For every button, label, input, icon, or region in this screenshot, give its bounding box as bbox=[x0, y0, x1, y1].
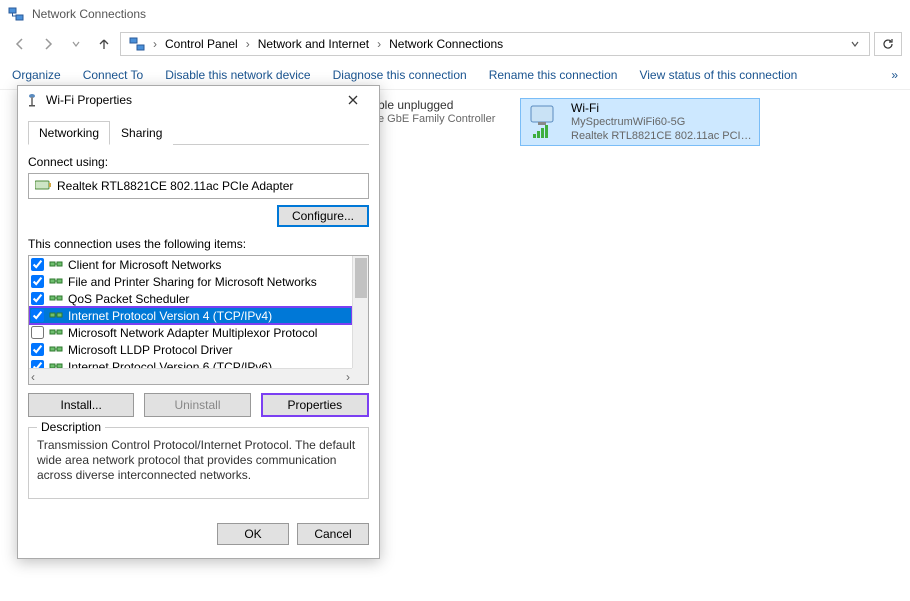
properties-button[interactable]: Properties bbox=[261, 393, 369, 417]
connect-using-label: Connect using: bbox=[28, 155, 369, 169]
dialog-title: Wi-Fi Properties bbox=[46, 93, 132, 107]
chevron-right-icon: › bbox=[375, 37, 383, 51]
view-status-button[interactable]: View status of this connection bbox=[639, 68, 797, 82]
breadcrumb-segment[interactable]: Control Panel bbox=[161, 33, 242, 55]
protocol-checkbox[interactable] bbox=[31, 275, 44, 288]
wifi-properties-icon bbox=[24, 92, 40, 108]
description-group: Description Transmission Control Protoco… bbox=[28, 427, 369, 499]
protocol-item[interactable]: QoS Packet Scheduler bbox=[29, 290, 352, 307]
protocol-list[interactable]: Client for Microsoft Networks File and Pr… bbox=[28, 255, 369, 385]
explorer-titlebar: Network Connections bbox=[0, 0, 910, 28]
protocol-icon bbox=[48, 292, 64, 306]
protocol-label: Internet Protocol Version 6 (TCP/IPv6) bbox=[68, 360, 272, 369]
vertical-scrollbar[interactable] bbox=[352, 256, 368, 368]
diagnose-button[interactable]: Diagnose this connection bbox=[333, 68, 467, 82]
ethernet-status-partial: ble unplugged bbox=[378, 98, 514, 112]
protocol-icon bbox=[48, 343, 64, 357]
ok-button[interactable]: OK bbox=[217, 523, 289, 545]
organize-menu[interactable]: Organize bbox=[12, 68, 61, 82]
adapter-name: Realtek RTL8821CE 802.11ac PCIe Adapter bbox=[57, 179, 293, 193]
dialog-tabs: Networking Sharing bbox=[28, 120, 369, 145]
tab-networking[interactable]: Networking bbox=[28, 121, 110, 145]
address-bar[interactable]: › Control Panel › Network and Internet ›… bbox=[120, 32, 870, 56]
connection-ssid: MySpectrumWiFi60-5G bbox=[571, 115, 755, 129]
dialog-close-button[interactable] bbox=[333, 88, 373, 112]
nav-recent-dropdown[interactable] bbox=[64, 32, 88, 56]
address-dropdown[interactable] bbox=[845, 39, 865, 49]
chevron-right-icon: › bbox=[244, 37, 252, 51]
protocol-item[interactable]: Client for Microsoft Networks bbox=[29, 256, 352, 273]
disable-device-button[interactable]: Disable this network device bbox=[165, 68, 310, 82]
protocol-label: Internet Protocol Version 4 (TCP/IPv4) bbox=[68, 309, 272, 323]
wifi-connection-item[interactable]: Wi-Fi MySpectrumWiFi60-5G Realtek RTL882… bbox=[520, 98, 760, 146]
ethernet-adapter-partial: e GbE Family Controller bbox=[378, 112, 514, 126]
uninstall-button[interactable]: Uninstall bbox=[144, 393, 250, 417]
protocol-label: File and Printer Sharing for Microsoft N… bbox=[68, 275, 317, 289]
protocol-icon bbox=[48, 258, 64, 272]
nav-up-button[interactable] bbox=[92, 32, 116, 56]
protocol-item[interactable]: File and Printer Sharing for Microsoft N… bbox=[29, 273, 352, 290]
description-label: Description bbox=[37, 420, 105, 434]
items-label: This connection uses the following items… bbox=[28, 237, 369, 251]
scroll-corner bbox=[352, 368, 368, 384]
protocol-icon bbox=[48, 360, 64, 369]
nav-forward-button[interactable] bbox=[36, 32, 60, 56]
protocol-icon bbox=[48, 275, 64, 289]
protocol-item[interactable]: Microsoft LLDP Protocol Driver bbox=[29, 341, 352, 358]
protocol-checkbox[interactable] bbox=[31, 326, 44, 339]
protocol-item[interactable]: Internet Protocol Version 4 (TCP/IPv4) bbox=[29, 307, 352, 324]
configure-button[interactable]: Configure... bbox=[277, 205, 369, 227]
protocol-checkbox[interactable] bbox=[31, 309, 44, 322]
refresh-button[interactable] bbox=[874, 32, 902, 56]
chevron-right-icon: › bbox=[151, 37, 159, 51]
network-connections-icon bbox=[8, 6, 24, 22]
breadcrumb-segment[interactable]: Network and Internet bbox=[254, 33, 373, 55]
horizontal-scrollbar[interactable]: ‹› bbox=[29, 368, 352, 384]
protocol-checkbox[interactable] bbox=[31, 360, 44, 368]
protocol-checkbox[interactable] bbox=[31, 292, 44, 305]
protocol-label: Client for Microsoft Networks bbox=[68, 258, 221, 272]
address-row: › Control Panel › Network and Internet ›… bbox=[0, 28, 910, 60]
tab-sharing[interactable]: Sharing bbox=[110, 121, 173, 145]
connection-adapter: Realtek RTL8821CE 802.11ac PCIe ... bbox=[571, 129, 755, 143]
protocol-checkbox[interactable] bbox=[31, 258, 44, 271]
protocol-checkbox[interactable] bbox=[31, 343, 44, 356]
description-text: Transmission Control Protocol/Internet P… bbox=[37, 438, 360, 483]
protocol-label: Microsoft LLDP Protocol Driver bbox=[68, 343, 233, 357]
rename-button[interactable]: Rename this connection bbox=[489, 68, 618, 82]
protocol-label: Microsoft Network Adapter Multiplexor Pr… bbox=[68, 326, 317, 340]
adapter-icon bbox=[35, 179, 51, 194]
address-icon[interactable] bbox=[125, 33, 149, 55]
overflow-button[interactable]: » bbox=[891, 68, 898, 82]
protocol-item[interactable]: Microsoft Network Adapter Multiplexor Pr… bbox=[29, 324, 352, 341]
adapter-field[interactable]: Realtek RTL8821CE 802.11ac PCIe Adapter bbox=[28, 173, 369, 199]
window-title: Network Connections bbox=[32, 7, 146, 21]
breadcrumb-segment[interactable]: Network Connections bbox=[385, 33, 507, 55]
dialog-titlebar[interactable]: Wi-Fi Properties bbox=[18, 86, 379, 114]
connect-to-button[interactable]: Connect To bbox=[83, 68, 144, 82]
wifi-icon bbox=[525, 102, 565, 142]
protocol-item[interactable]: Internet Protocol Version 6 (TCP/IPv6) bbox=[29, 358, 352, 368]
connection-name: Wi-Fi bbox=[571, 101, 755, 115]
install-button[interactable]: Install... bbox=[28, 393, 134, 417]
protocol-label: QoS Packet Scheduler bbox=[68, 292, 189, 306]
protocol-icon bbox=[48, 309, 64, 323]
ethernet-connection-partial[interactable]: ble unplugged e GbE Family Controller bbox=[378, 98, 514, 146]
protocol-icon bbox=[48, 326, 64, 340]
cancel-button[interactable]: Cancel bbox=[297, 523, 369, 545]
wifi-properties-dialog: Wi-Fi Properties Networking Sharing Conn… bbox=[17, 85, 380, 559]
nav-back-button[interactable] bbox=[8, 32, 32, 56]
